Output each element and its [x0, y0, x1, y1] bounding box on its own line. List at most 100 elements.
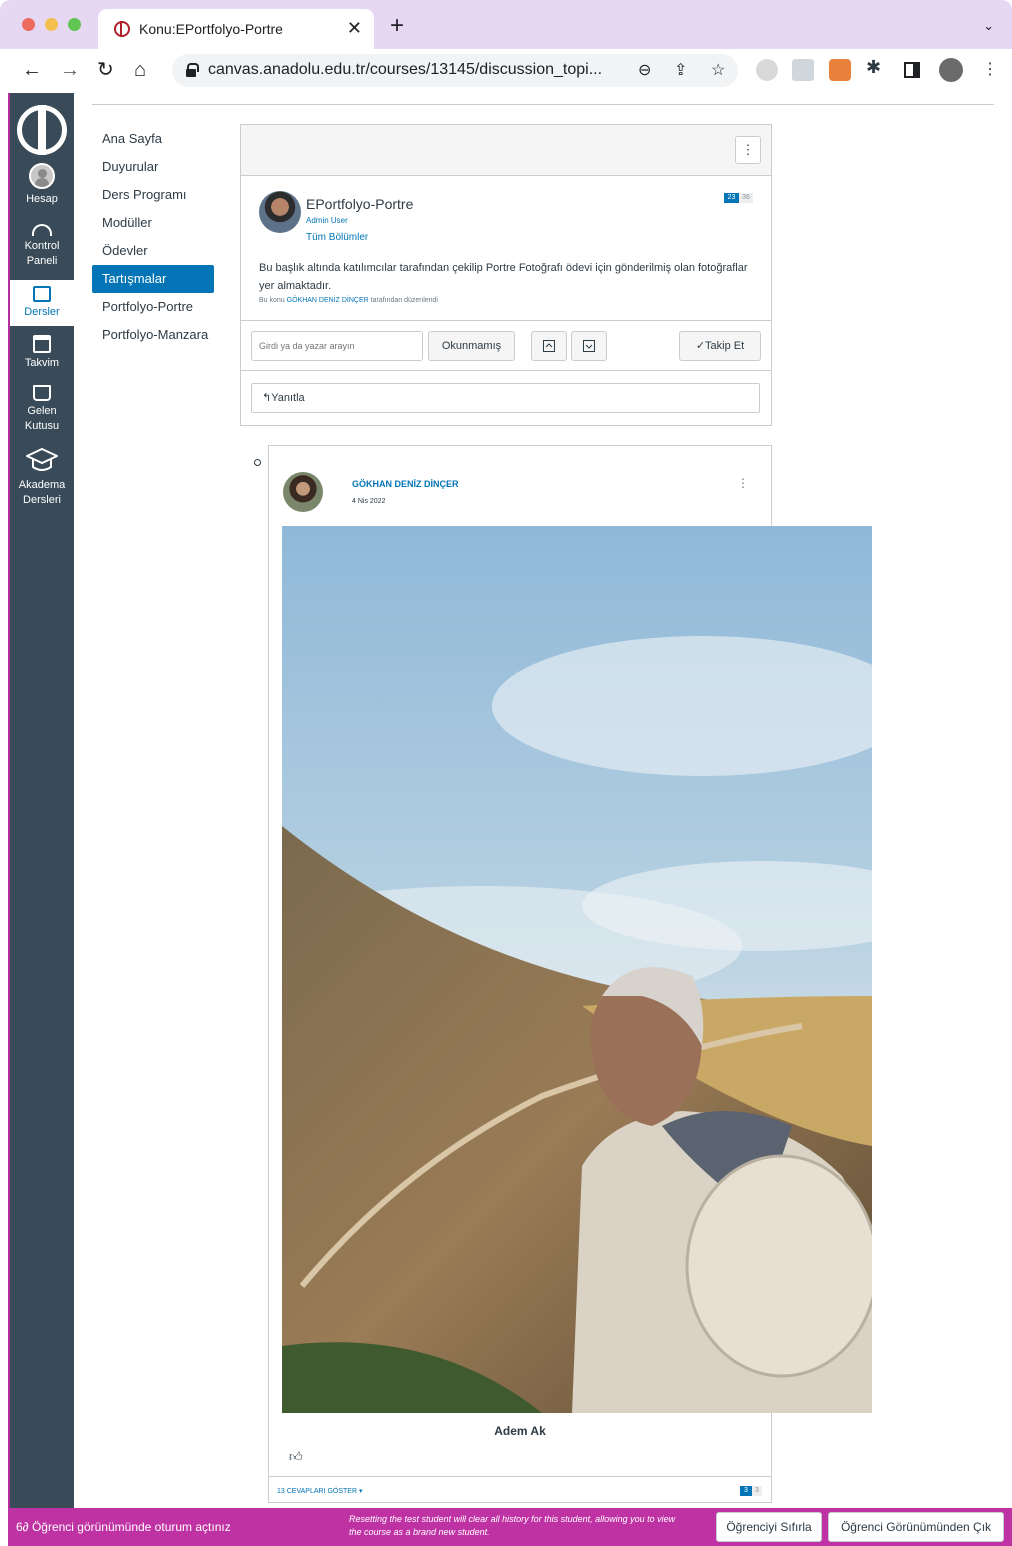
topic-message: Bu başlık altında katılımcılar tarafında… — [259, 262, 748, 292]
entry-author-link[interactable]: GÖKHAN DENİZ DİNÇER — [352, 479, 459, 489]
topic-total-badge: 36 — [739, 193, 753, 203]
unread-indicator-icon — [254, 459, 261, 466]
course-nav-discussions[interactable]: Tartışmalar — [92, 265, 214, 293]
metamask-fox-icon[interactable] — [829, 59, 851, 81]
url-text: canvas.anadolu.edu.tr/courses/13145/disc… — [208, 61, 603, 78]
sections-link[interactable]: Tüm Bölümler — [306, 232, 368, 243]
inbox-icon — [33, 385, 51, 401]
course-nav-announcements[interactable]: Duyurular — [92, 153, 214, 181]
header-divider — [92, 104, 994, 105]
tab-search-chevron-icon[interactable]: ⌄ — [983, 18, 994, 34]
tab-title: Konu:EPortfolyo-Portre — [139, 21, 283, 37]
browser-tab-active[interactable]: Konu:EPortfolyo-Portre ✕ — [98, 9, 374, 49]
edited-by-note: Bu konu GÖKHAN DENİZ DİNÇER tarafından d… — [259, 297, 438, 304]
entry-date: 4 Nis 2022 — [352, 498, 386, 505]
extension-cloud-icon[interactable] — [756, 59, 778, 81]
student-view-bar: 6∂ Öğrenci görünümünde oturum açtınız Re… — [8, 1508, 1012, 1546]
calendar-icon — [33, 335, 51, 353]
topic-options-kebab-icon[interactable]: ⋮ — [735, 136, 761, 164]
follow-button[interactable]: ✓Takip Et — [679, 331, 761, 361]
reply-button[interactable]: ↰Yanıtla — [251, 383, 760, 413]
global-nav-akadema-label: Akadema Dersleri — [18, 479, 66, 506]
global-nav-calendar-label: Takvim — [24, 357, 60, 369]
course-nav-portfolyo-manzara[interactable]: Portfolyo-Manzara — [92, 321, 214, 349]
reply-label: Yanıtla — [271, 392, 305, 404]
global-nav-account[interactable]: Hesap — [10, 163, 74, 209]
global-nav-akadema[interactable]: Akadema Dersleri — [10, 447, 74, 517]
edited-suffix: tarafından düzenlendi — [370, 297, 438, 304]
reply-arrow-icon: ↰ — [262, 392, 272, 404]
extensions-puzzle-icon[interactable]: ✱ — [866, 57, 888, 79]
collapse-replies-button[interactable] — [531, 331, 567, 361]
discussion-entry: GÖKHAN DENİZ DİNÇER 4 Nis 2022 ⋮ Adem Ak… — [268, 445, 872, 1503]
search-entries-input[interactable] — [251, 331, 423, 361]
follow-label: Takip Et — [705, 340, 745, 352]
browser-toolbar: ← → ↻ ⌂ canvas.anadolu.edu.tr/courses/13… — [0, 49, 1012, 93]
extension-photo-icon[interactable] — [792, 59, 814, 81]
new-tab-button[interactable]: + — [390, 14, 404, 38]
institution-logo-icon[interactable] — [17, 105, 67, 155]
student-view-icon: 6∂ — [16, 1520, 32, 1534]
like-thumbs-up-icon[interactable]: 👍︎ — [289, 1449, 303, 1465]
course-nav-modules[interactable]: Modüller — [92, 209, 214, 237]
global-navigation: Hesap Kontrol Paneli Dersler Takvim Gele… — [10, 93, 74, 1508]
share-icon[interactable]: ⇪ — [674, 60, 687, 80]
exit-student-view-button[interactable]: Öğrenci Görünümünden Çık — [828, 1512, 1004, 1542]
global-nav-dashboard-label: Kontrol Paneli — [24, 240, 60, 267]
author-role: Admin User — [306, 216, 348, 225]
global-nav-courses[interactable]: Dersler — [10, 280, 74, 326]
divider — [241, 320, 771, 321]
maximize-window-button[interactable] — [68, 18, 81, 31]
collapse-arrow-icon — [543, 340, 555, 352]
course-nav-portfolyo-portre[interactable]: Portfolyo-Portre — [92, 293, 214, 321]
zoom-icon[interactable]: ⊖ — [638, 60, 651, 80]
edited-by-link[interactable]: GÖKHAN DENİZ DİNÇER — [287, 297, 369, 304]
portrait-photo — [282, 526, 872, 1413]
show-replies-toggle[interactable]: 13 CEVAPLARI GÖSTER ▾ — [277, 1487, 362, 1495]
reload-icon[interactable]: ↻ — [97, 58, 114, 82]
lock-icon — [186, 63, 199, 77]
divider — [241, 370, 771, 371]
checkmark-icon: ✓ — [695, 340, 706, 352]
expand-replies-button[interactable] — [571, 331, 607, 361]
home-icon[interactable]: ⌂ — [134, 58, 146, 82]
caret-down-icon: ▾ — [358, 1488, 363, 1495]
global-nav-inbox[interactable]: Gelen Kutusu — [10, 385, 74, 439]
side-panel-icon[interactable] — [904, 62, 920, 78]
unread-filter-button[interactable]: Okunmamış — [428, 331, 515, 361]
entry-options-kebab-icon[interactable]: ⋮ — [737, 476, 749, 490]
forward-arrow-icon[interactable]: → — [60, 58, 80, 82]
global-nav-dashboard[interactable]: Kontrol Paneli — [10, 220, 74, 274]
topic-unread-badge: 23 — [724, 193, 739, 203]
profile-avatar-icon[interactable] — [939, 58, 963, 82]
student-view-message-text: Öğrenci görünümünde oturum açtınız — [31, 1520, 231, 1534]
course-nav-syllabus[interactable]: Ders Programı — [92, 181, 214, 209]
reset-student-button[interactable]: Öğrenciyi Sıfırla — [716, 1512, 822, 1542]
close-tab-icon[interactable]: ✕ — [347, 18, 362, 39]
topic-author-avatar[interactable] — [259, 191, 301, 233]
account-avatar-icon — [29, 163, 55, 189]
course-nav-home[interactable]: Ana Sayfa — [92, 125, 214, 153]
divider — [269, 1476, 771, 1477]
bookmark-star-icon[interactable]: ☆ — [711, 60, 725, 80]
entry-author-avatar[interactable] — [283, 472, 323, 512]
topic-header: ⋮ — [241, 125, 771, 176]
entry-total-badge: 3 — [752, 1486, 762, 1496]
browser-menu-icon[interactable]: ⋮ — [982, 59, 998, 81]
global-nav-account-label: Hesap — [26, 193, 58, 205]
global-nav-courses-label: Dersler — [24, 306, 60, 318]
graduation-cap-icon — [24, 447, 60, 475]
back-arrow-icon[interactable]: ← — [22, 58, 42, 82]
reset-student-note: Resetting the test student will clear al… — [349, 1514, 676, 1537]
canvas-app: Hesap Kontrol Paneli Dersler Takvim Gele… — [8, 93, 1012, 1546]
close-window-button[interactable] — [22, 18, 35, 31]
student-view-message: 6∂ Öğrenci görünümünde oturum açtınız — [16, 1520, 231, 1534]
expand-arrow-icon — [583, 340, 595, 352]
course-nav-assignments[interactable]: Ödevler — [92, 237, 214, 265]
global-nav-inbox-label: Gelen Kutusu — [24, 405, 60, 432]
topic-title: EPortfolyo-Portre — [306, 196, 414, 212]
site-favicon-icon — [114, 21, 130, 37]
address-bar[interactable]: canvas.anadolu.edu.tr/courses/13145/disc… — [172, 54, 738, 87]
global-nav-calendar[interactable]: Takvim — [10, 335, 74, 375]
minimize-window-button[interactable] — [45, 18, 58, 31]
